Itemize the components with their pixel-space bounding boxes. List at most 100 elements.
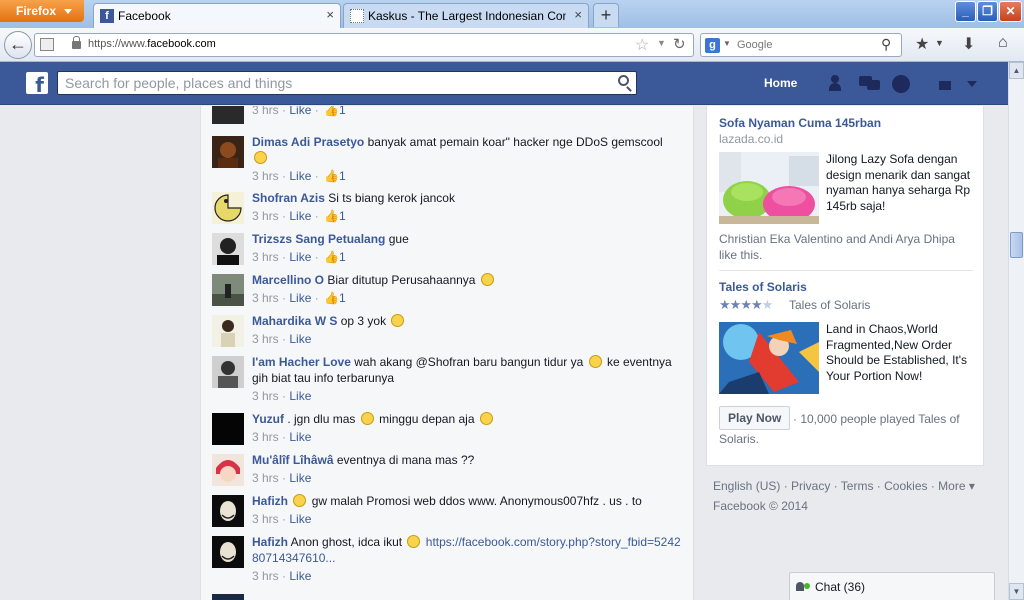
ad-title[interactable]: Sofa Nyaman Cuma 145rban [719,116,881,130]
avatar[interactable] [212,454,244,486]
url-history-dropdown-icon[interactable]: ▼ [657,38,666,48]
browser-tab-bar: Firefox f Facebook × Kaskus - The Larges… [0,0,1024,28]
scroll-up-icon[interactable]: ▲ [1009,62,1024,79]
like-count[interactable]: 1 [339,106,346,117]
comment-time[interactable]: 3 hrs [252,250,279,264]
like-count[interactable]: 1 [339,169,346,183]
comment-author[interactable]: Yuzuf [252,412,284,426]
reload-icon[interactable]: ↻ [673,35,686,53]
tab-close-icon[interactable]: × [574,4,582,26]
like-link[interactable]: Like [289,471,311,485]
tab-kaskus[interactable]: Kaskus - The Largest Indonesian Commu...… [343,3,589,28]
page-icon[interactable] [40,38,54,51]
comment-time[interactable]: 3 hrs [252,169,279,183]
thumbs-up-icon[interactable]: 👍 [324,106,339,117]
avatar[interactable] [212,274,244,306]
home-link[interactable]: Home [764,76,797,90]
home-icon[interactable]: ⌂ [998,34,1008,52]
facebook-search-input[interactable]: Search for people, places and things [57,71,637,95]
comment-author[interactable]: I'am Hacher Love [252,355,351,369]
like-count[interactable]: 1 [339,250,346,264]
comment-time[interactable]: 3 hrs [252,106,279,117]
notifications-globe-icon[interactable] [892,75,910,93]
comment-author[interactable]: Shofran Azis [252,191,325,205]
minimize-icon[interactable]: _ [955,1,976,22]
bookmarks-dropdown-icon[interactable]: ▼ [935,38,944,48]
avatar[interactable] [212,315,244,347]
comment-author[interactable]: Trizszs Sang Petualang [252,232,385,246]
like-link[interactable]: Like [289,332,311,346]
avatar[interactable] [212,594,244,600]
play-now-button[interactable]: Play Now [719,406,791,430]
avatar[interactable] [212,136,244,168]
comment-author[interactable]: Mahardika W S [252,314,337,328]
url-bar[interactable]: https://www.facebook.com ☆ ▼ ↻ [34,33,694,57]
magnifier-icon[interactable]: ⚲ [881,36,891,53]
ad-title[interactable]: Tales of Solaris [719,280,807,294]
like-link[interactable]: Like [289,209,311,223]
footer-links[interactable]: English (US) · Privacy · Terms · Cookies… [713,476,983,496]
page-scrollbar[interactable]: ▲ ▼ [1008,62,1024,600]
friend-requests-icon[interactable] [829,75,849,92]
like-link[interactable]: Like [289,106,311,117]
avatar[interactable] [212,106,244,124]
comment-time[interactable]: 3 hrs [252,332,279,346]
thumbs-up-icon[interactable]: 👍 [324,209,339,223]
ad-domain[interactable]: lazada.co.id [719,132,783,146]
avatar[interactable] [212,536,244,568]
like-count[interactable]: 1 [339,291,346,305]
search-engine-dropdown-icon[interactable]: ▼ [723,39,731,48]
settings-dropdown-icon[interactable] [967,81,977,87]
avatar[interactable] [212,356,244,388]
tab-close-icon[interactable]: × [326,4,334,26]
thumbs-up-icon[interactable]: 👍 [324,169,339,183]
like-link[interactable]: Like [289,430,311,444]
comment-time[interactable]: 3 hrs [252,569,279,583]
facebook-logo[interactable]: f [26,72,48,97]
scroll-down-icon[interactable]: ▼ [1009,583,1024,600]
close-icon[interactable]: ✕ [999,1,1022,22]
like-link[interactable]: Like [289,389,311,403]
star-icon[interactable]: ☆ [635,35,649,55]
chat-sidebar-button[interactable]: Chat (36) [789,572,995,600]
comment-time[interactable]: 3 hrs [252,512,279,526]
comment-author[interactable]: Marcellino O [252,273,324,287]
firefox-menu-button[interactable]: Firefox [0,0,84,22]
google-icon[interactable]: g [705,38,720,53]
like-link[interactable]: Like [289,569,311,583]
avatar[interactable] [212,495,244,527]
lock-icon[interactable] [72,36,81,49]
like-link[interactable]: Like [289,250,311,264]
like-link[interactable]: Like [289,512,311,526]
search-bar[interactable]: g ▼ Google ⚲ [700,33,902,57]
comment-author[interactable]: Mu'âlîf Lîhâwâ [252,453,334,467]
download-icon[interactable]: ⬇ [962,34,975,54]
like-link[interactable]: Like [289,169,311,183]
avatar[interactable] [212,192,244,224]
comment-author[interactable]: Hafizh [252,494,288,508]
comment-time[interactable]: 3 hrs [252,389,279,403]
comment-author[interactable]: Hafizh [252,535,288,549]
search-icon[interactable] [618,75,629,86]
ad-image-sofa[interactable] [719,152,819,224]
messages-icon[interactable] [859,75,881,92]
comment-time[interactable]: 3 hrs [252,430,279,444]
comment-time[interactable]: 3 hrs [252,471,279,485]
avatar[interactable] [212,413,244,445]
maximize-icon[interactable]: ❐ [977,1,998,22]
back-icon[interactable]: ← [4,31,32,59]
new-tab-button[interactable]: + [593,3,619,27]
bookmarks-icon[interactable]: ★ [915,34,929,54]
thumbs-up-icon[interactable]: 👍 [324,291,339,305]
comment-time[interactable]: 3 hrs [252,291,279,305]
tab-facebook[interactable]: f Facebook × [93,3,341,28]
avatar[interactable] [212,233,244,265]
like-count[interactable]: 1 [339,209,346,223]
like-link[interactable]: Like [289,291,311,305]
ad-image-game[interactable] [719,322,819,394]
privacy-shortcuts-icon[interactable] [937,75,955,92]
scroll-thumb[interactable] [1010,232,1023,258]
thumbs-up-icon[interactable]: 👍 [324,250,339,264]
comment-time[interactable]: 3 hrs [252,209,279,223]
comment-author[interactable]: Dimas Adi Prasetyo [252,135,364,149]
